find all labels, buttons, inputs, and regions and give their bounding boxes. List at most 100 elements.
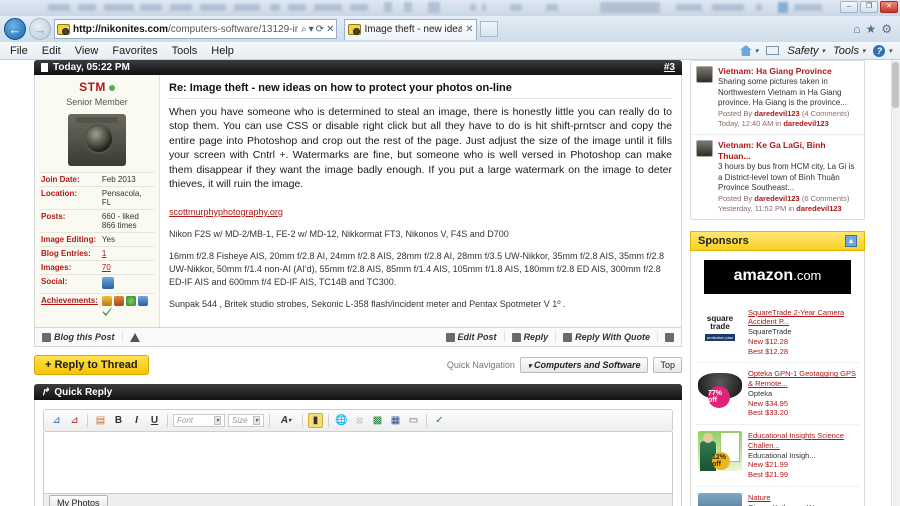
spellcheck-icon[interactable]: ✓ <box>432 413 447 428</box>
forward-button[interactable]: → <box>29 18 51 40</box>
page-scrollbar[interactable] <box>891 60 900 506</box>
report-post-button[interactable] <box>123 332 147 342</box>
reply-button[interactable]: Reply <box>505 332 557 343</box>
stat-key: Images: <box>39 260 100 275</box>
list-item[interactable]: Vietnam: Ha Giang Province Sharing some … <box>691 61 864 135</box>
menu-item-edit[interactable]: Edit <box>42 45 61 57</box>
font-family-select[interactable]: Font ▾ <box>173 414 225 428</box>
help-menu[interactable]: ? ▾ <box>873 44 892 57</box>
product-title-link[interactable]: Opteka GPN-1 Geotagging GPS & Remote... <box>748 369 857 389</box>
table-row: Images: 70 <box>39 260 155 275</box>
reply-to-thread-button[interactable]: + Reply to Thread <box>34 355 149 376</box>
list-item[interactable]: 77% off Opteka GPN-1 Geotagging GPS & Re… <box>696 363 859 425</box>
post-text: When you have someone who is determined … <box>169 106 672 191</box>
quick-navigation-select[interactable]: ▾ Computers and Software <box>519 357 649 374</box>
image-icon[interactable]: ▩ <box>370 413 385 428</box>
address-bar[interactable]: http://nikonites.com/computers-software/… <box>54 19 338 39</box>
product-title-link[interactable]: Nature <box>748 493 857 503</box>
list-item[interactable]: square trade protection plan SquareTrade … <box>696 302 859 364</box>
stat-value-link[interactable]: 1 <box>99 246 155 261</box>
help-icon: ? <box>873 44 886 57</box>
my-photos-button[interactable]: My Photos <box>49 495 108 506</box>
bold-icon[interactable]: B <box>111 413 126 428</box>
menu-item-tools[interactable]: Tools <box>172 45 198 57</box>
table-row: Image Editing: Yes <box>39 232 155 247</box>
multi-quote-button[interactable] <box>658 332 674 342</box>
quick-reply-textarea[interactable] <box>43 432 673 495</box>
stat-key: Blog Entries: <box>39 246 100 261</box>
menu-item-view[interactable]: View <box>75 45 99 57</box>
scrollbar-thumb[interactable] <box>892 62 899 108</box>
window-controls[interactable]: – ❐ ✕ <box>840 1 898 13</box>
achievement-badge-icon[interactable] <box>102 307 112 316</box>
quote-bubble-icon[interactable]: ▭ <box>406 413 421 428</box>
mail-button[interactable] <box>766 46 780 55</box>
social-links[interactable] <box>99 274 155 294</box>
list-item[interactable]: Vietnam: Ke Ga LaGi, Binh Thuan... 3 hou… <box>691 135 864 219</box>
stop-icon[interactable]: ✕ <box>326 24 334 35</box>
italic-icon[interactable]: I <box>129 413 144 428</box>
undo-format-icon[interactable]: ⊿ <box>67 413 82 428</box>
highlight-icon[interactable]: ▮ <box>308 413 323 429</box>
new-tab-button[interactable] <box>480 21 499 37</box>
video-icon[interactable]: ▦ <box>388 413 403 428</box>
favorites-star-icon[interactable]: ★ <box>865 22 876 36</box>
underline-icon[interactable]: U <box>147 413 162 428</box>
social-network-icon[interactable] <box>101 277 114 289</box>
maximize-button[interactable]: ❐ <box>860 1 878 13</box>
menu-item-help[interactable]: Help <box>211 45 234 57</box>
browser-tab[interactable]: Image theft - new ideas on ... ✕ <box>344 18 478 40</box>
table-row: Posts: 660 - liked 866 times <box>39 209 155 233</box>
font-size-select[interactable]: Size ▾ <box>228 414 264 428</box>
close-button[interactable]: ✕ <box>880 1 898 13</box>
achievement-badge-icon[interactable] <box>125 296 136 306</box>
list-item[interactable]: 12% off Educational Insights Science Cha… <box>696 425 859 487</box>
gear-icon[interactable]: ⚙ <box>881 22 892 36</box>
back-button[interactable]: ← <box>4 18 26 40</box>
search-icon[interactable]: ⌕ <box>301 24 307 35</box>
achievement-badge-icon[interactable] <box>101 296 112 306</box>
entry-title[interactable]: Vietnam: Ha Giang Province <box>718 66 859 77</box>
product-image: 77% off <box>698 369 742 409</box>
entry-author: daredevil123 <box>754 108 800 118</box>
clipboard-icon[interactable]: ▤ <box>93 413 108 428</box>
tools-menu[interactable]: Tools ▾ <box>833 45 865 57</box>
product-title-link[interactable]: Educational Insights Science Challen... <box>748 431 857 451</box>
stat-key: Location: <box>39 186 100 210</box>
stat-value: Feb 2013 <box>99 172 155 187</box>
reply-with-quote-button[interactable]: Reply With Quote <box>556 332 658 343</box>
collapse-icon[interactable]: ▲ <box>845 234 857 247</box>
font-color-icon[interactable]: A ▾ <box>275 413 297 428</box>
menu-item-file[interactable]: File <box>10 45 28 57</box>
list-item[interactable]: Nature Ginger Kathrens, W... New $15.08 <box>696 487 859 506</box>
remove-formatting-icon[interactable]: ⊿ <box>49 413 64 428</box>
achievement-badge-icon[interactable] <box>113 296 124 306</box>
entry-title[interactable]: Vietnam: Ke Ga LaGi, Binh Thuan... <box>718 140 859 162</box>
amazon-logo[interactable]: amazon.com <box>704 259 851 294</box>
blog-this-post-button[interactable]: Blog this Post <box>42 332 123 343</box>
stat-key[interactable]: Achievements: <box>39 293 100 318</box>
menu-item-favorites[interactable]: Favorites <box>112 45 157 57</box>
achievement-badge-icon[interactable] <box>137 296 148 306</box>
link-icon[interactable]: 🌐 <box>334 413 349 428</box>
unlink-icon[interactable]: ⦻ <box>352 413 367 428</box>
post-number[interactable]: #3 <box>664 62 675 73</box>
safety-menu[interactable]: Safety ▾ <box>787 45 825 57</box>
home-icon[interactable]: ⌂ <box>853 22 860 36</box>
achievements-list <box>99 293 155 318</box>
minimize-button[interactable]: – <box>840 1 858 13</box>
product-new-price: New $12.28 <box>748 336 789 346</box>
username[interactable]: STM <box>39 80 155 94</box>
tab-close-icon[interactable]: ✕ <box>465 24 473 35</box>
stat-value-link[interactable]: 70 <box>99 260 155 275</box>
scroll-to-top-button[interactable]: Top <box>653 357 682 374</box>
signature-website-link[interactable]: scottmurphyphotography.org <box>169 207 283 217</box>
chevron-down-icon[interactable]: ▾ <box>309 24 314 35</box>
avatar[interactable] <box>68 114 126 166</box>
home-page-button[interactable]: ▾ <box>739 45 758 56</box>
edit-post-button[interactable]: Edit Post <box>445 332 505 343</box>
post-body: STM Senior Member Join Date: Feb 2013 Lo… <box>34 75 682 329</box>
chevron-down-icon: ▾ <box>527 363 532 371</box>
product-title-link[interactable]: SquareTrade 2-Year Camera Accident P... <box>748 308 857 328</box>
refresh-icon[interactable]: ⟳ <box>316 24 324 35</box>
